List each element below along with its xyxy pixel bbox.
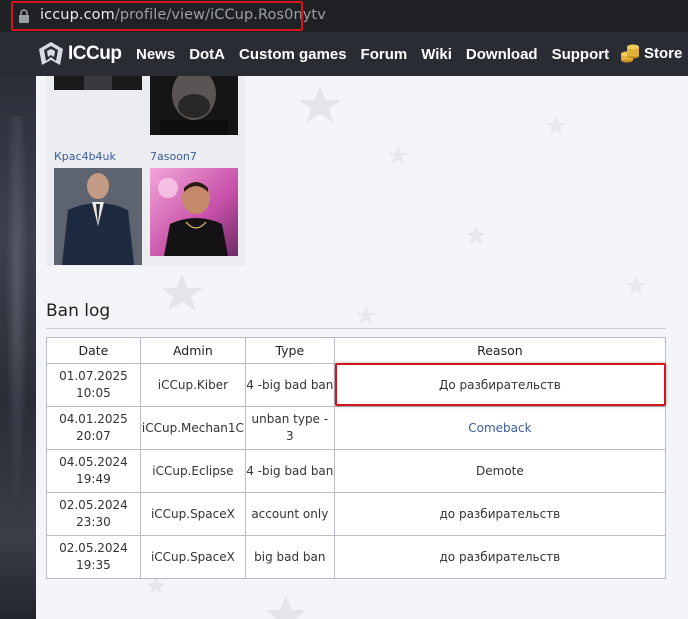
ban-type: unban type - 3: [244, 406, 335, 450]
ban-date-day: 02.05.2024: [59, 541, 128, 555]
url-path: /profile/view/iCCup.Ros0nytv: [114, 7, 326, 23]
ban-reason: Demote: [333, 449, 667, 493]
friend-name[interactable]: 7asoon7: [150, 150, 197, 163]
ban-admin: iCCup.Eclipse: [139, 449, 246, 493]
ban-date: 04.01.2025 20:07: [46, 406, 141, 450]
iccup-logo-icon[interactable]: [38, 41, 64, 67]
header-admin: Admin: [139, 337, 246, 364]
ban-reason: Comeback: [333, 406, 667, 450]
table-header-row: Date Admin Type Reason: [46, 337, 667, 364]
ban-date: 04.05.2024 19:49: [46, 449, 141, 493]
page-background-art: [0, 76, 36, 619]
nav-download[interactable]: Download: [466, 46, 538, 63]
ban-date: 01.07.2025 10:05: [46, 363, 141, 407]
ban-date: 02.05.2024 23:30: [46, 492, 141, 536]
lock-icon: [19, 9, 29, 23]
table-row: 04.01.2025 20:07 iCCup.Mechan1C unban typ…: [46, 406, 667, 450]
ban-type: account only: [244, 492, 335, 536]
table-row: 01.07.2025 10:05 iCCup.Kiber 4 -big bad b…: [46, 363, 667, 407]
friend-avatar[interactable]: [54, 76, 142, 90]
nav-wiki[interactable]: Wiki: [421, 46, 452, 63]
browser-address-bar[interactable]: iccup.com/profile/view/iCCup.Ros0nytv: [0, 0, 688, 32]
address-url[interactable]: iccup.com/profile/view/iCCup.Ros0nytv: [40, 7, 326, 23]
friend-avatar[interactable]: [150, 168, 238, 256]
ban-type: big bad ban: [244, 535, 335, 579]
ban-admin: iCCup.SpaceX: [139, 492, 246, 536]
table-row: 04.05.2024 19:49 iCCup.Eclipse 4 -big bad…: [46, 449, 667, 493]
nav-dota[interactable]: DotA: [189, 46, 225, 63]
header-type: Type: [244, 337, 335, 364]
table-row: 02.05.2024 19:35 iCCup.SpaceX big bad ban…: [46, 535, 667, 579]
ban-date-day: 04.05.2024: [59, 455, 128, 469]
site-navbar: ICCup News DotA Custom games Forum Wiki …: [0, 32, 688, 76]
site-brand[interactable]: ICCup: [68, 43, 122, 65]
store-label: Store: [644, 44, 683, 62]
ban-date-time: 19:49: [76, 472, 111, 486]
ban-reason-link[interactable]: Comeback: [468, 421, 531, 435]
table-row: 02.05.2024 23:30 iCCup.SpaceX account onl…: [46, 492, 667, 536]
ban-admin: iCCup.Kiber: [139, 363, 246, 407]
friend-name[interactable]: Крас4b4uk: [54, 150, 116, 163]
ban-date-time: 19:35: [76, 558, 111, 572]
ban-log-divider: [46, 328, 666, 329]
main-menu: News DotA Custom games Forum Wiki Downlo…: [136, 46, 623, 63]
header-date: Date: [46, 337, 141, 364]
friend-avatar[interactable]: [54, 168, 142, 265]
ban-admin: iCCup.Mechan1C: [139, 406, 246, 450]
nav-forum[interactable]: Forum: [361, 46, 408, 63]
url-host: iccup.com: [40, 7, 115, 23]
header-reason: Reason: [333, 337, 667, 364]
ban-date-day: 02.05.2024: [59, 498, 128, 512]
ban-log-table: Date Admin Type Reason 01.07.2025 10:05 i…: [46, 337, 667, 579]
ban-admin: iCCup.SpaceX: [139, 535, 246, 579]
nav-store[interactable]: Store: [620, 42, 682, 64]
ban-type: 4 -big bad ban: [244, 449, 335, 493]
nav-custom-games[interactable]: Custom games: [239, 46, 347, 63]
friend-avatar[interactable]: [150, 76, 238, 135]
ban-date-day: 04.01.2025: [59, 412, 128, 426]
ban-reason: до разбирательств: [333, 535, 667, 579]
ban-date-time: 10:05: [76, 386, 111, 400]
profile-content: Крас4b4uk 7asoon7 Ban log Date Admin Typ…: [36, 76, 688, 619]
coins-icon: [621, 44, 639, 63]
nav-support[interactable]: Support: [552, 46, 610, 63]
ban-type: 4 -big bad ban: [244, 363, 335, 407]
ban-date-time: 20:07: [76, 429, 111, 443]
nav-news[interactable]: News: [136, 46, 175, 63]
ban-date-time: 23:30: [76, 515, 111, 529]
ban-reason: До разбирательств: [333, 363, 667, 407]
ban-reason: до разбирательств: [333, 492, 667, 536]
ban-log-title: Ban log: [46, 301, 111, 321]
ban-date: 02.05.2024 19:35: [46, 535, 141, 579]
ban-date-day: 01.07.2025: [59, 369, 128, 383]
